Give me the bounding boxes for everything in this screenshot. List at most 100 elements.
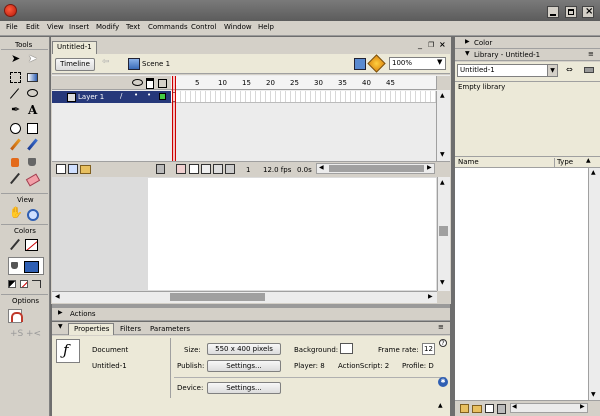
pen-tool[interactable]: ✒ bbox=[8, 104, 22, 118]
new-library-panel-icon[interactable]: ⇔ bbox=[566, 66, 573, 74]
timeline-scroll-up-icon[interactable]: ▲ bbox=[440, 93, 445, 99]
menu-commands[interactable]: Commands bbox=[148, 24, 188, 31]
stroke-color-swatch[interactable] bbox=[25, 239, 38, 251]
delete-item-icon[interactable] bbox=[497, 404, 506, 414]
tab-parameters[interactable]: Parameters bbox=[150, 326, 190, 333]
eye-icon[interactable] bbox=[132, 79, 143, 86]
stage-scroll-left-icon[interactable]: ◀ bbox=[55, 294, 60, 300]
stage-scroll-down-icon[interactable]: ▼ bbox=[440, 280, 445, 286]
doc-minimize-icon[interactable]: _ bbox=[418, 41, 422, 49]
onion-skin-icon[interactable] bbox=[189, 164, 199, 174]
visibility-dot[interactable]: • bbox=[134, 92, 138, 99]
insert-folder-icon[interactable] bbox=[80, 165, 91, 174]
doc-restore-icon[interactable]: ❐ bbox=[428, 42, 434, 49]
library-collapse-icon[interactable]: ▼ bbox=[465, 51, 470, 57]
subselection-tool[interactable]: ➤ bbox=[25, 53, 39, 67]
gradient-transform-tool[interactable] bbox=[25, 70, 39, 84]
text-tool[interactable]: A bbox=[25, 104, 39, 118]
lock-icon[interactable] bbox=[146, 78, 154, 89]
edit-scene-icon[interactable] bbox=[354, 58, 366, 70]
brush-tool[interactable] bbox=[25, 138, 39, 152]
selection-tool[interactable]: ➤ bbox=[8, 53, 22, 67]
modify-onion-markers-icon[interactable] bbox=[225, 164, 235, 174]
column-name-header[interactable]: Name bbox=[458, 159, 479, 166]
timeline-hscroll-thumb[interactable] bbox=[329, 165, 424, 172]
column-type-header[interactable]: Type bbox=[557, 159, 573, 166]
edit-multiple-frames-icon[interactable] bbox=[213, 164, 223, 174]
swap-colors-button[interactable] bbox=[32, 280, 41, 288]
library-select-arrow[interactable]: ▼ bbox=[547, 65, 557, 76]
tab-filters[interactable]: Filters bbox=[120, 326, 141, 333]
new-symbol-icon[interactable] bbox=[460, 404, 469, 413]
properties-expand-icon[interactable]: ▲ bbox=[438, 403, 443, 409]
timeline-scroll-down-icon[interactable]: ▼ bbox=[440, 152, 445, 158]
properties-menu-icon[interactable]: ≡ bbox=[438, 324, 444, 331]
new-folder-icon[interactable] bbox=[472, 405, 482, 413]
library-hscroll-left-icon[interactable]: ◀ bbox=[512, 404, 517, 410]
accessibility-icon[interactable]: ✱ bbox=[438, 377, 448, 387]
size-button[interactable]: 550 x 400 pixels bbox=[207, 343, 281, 355]
layer-name[interactable]: Layer 1 bbox=[78, 94, 104, 101]
insert-layer-icon[interactable] bbox=[56, 164, 66, 174]
menu-edit[interactable]: Edit bbox=[26, 24, 40, 31]
help-icon[interactable]: ? bbox=[439, 339, 447, 347]
device-settings-button[interactable]: Settings... bbox=[207, 382, 281, 394]
line-tool[interactable] bbox=[8, 87, 22, 101]
properties-icon[interactable] bbox=[485, 404, 494, 413]
doc-close-icon[interactable]: × bbox=[439, 41, 446, 49]
close-window-button[interactable]: × bbox=[582, 6, 594, 18]
flash-app-icon[interactable] bbox=[4, 4, 17, 17]
pencil-tool[interactable] bbox=[8, 138, 22, 152]
stage-canvas[interactable] bbox=[148, 178, 436, 290]
background-color-swatch[interactable] bbox=[340, 343, 353, 354]
eyedropper-tool[interactable] bbox=[8, 172, 22, 186]
timeline-hscroll-left-icon[interactable]: ◀ bbox=[319, 165, 324, 171]
stroke-color-tool[interactable] bbox=[8, 238, 22, 252]
pin-library-icon[interactable] bbox=[584, 67, 594, 73]
stage-vscroll-thumb[interactable] bbox=[439, 226, 448, 236]
fill-color-swatch[interactable] bbox=[24, 261, 39, 273]
snap-to-objects-button[interactable] bbox=[8, 309, 23, 323]
lock-dot[interactable]: • bbox=[147, 92, 151, 99]
zoom-tool[interactable] bbox=[25, 207, 39, 221]
maximize-button[interactable] bbox=[565, 6, 577, 18]
library-menu-icon[interactable]: ≡ bbox=[588, 51, 594, 58]
menu-file[interactable]: File bbox=[6, 24, 18, 31]
paint-bucket-tool[interactable] bbox=[25, 155, 39, 169]
timeline-menu-button[interactable] bbox=[436, 76, 450, 90]
smooth-icon[interactable]: +S bbox=[10, 330, 23, 339]
library-list[interactable] bbox=[455, 168, 588, 400]
center-frame-icon[interactable] bbox=[176, 164, 186, 174]
oval-tool[interactable] bbox=[8, 121, 22, 135]
menu-modify[interactable]: Modify bbox=[96, 24, 119, 31]
outline-color-square[interactable] bbox=[159, 93, 166, 100]
hand-tool[interactable]: ✋ bbox=[8, 207, 23, 221]
delete-layer-icon[interactable] bbox=[156, 164, 165, 174]
publish-settings-button[interactable]: Settings... bbox=[207, 360, 281, 372]
lasso-tool[interactable] bbox=[25, 87, 39, 101]
properties-collapse-icon[interactable]: ▼ bbox=[58, 324, 63, 330]
menu-window[interactable]: Window bbox=[224, 24, 252, 31]
stage-scroll-up-icon[interactable]: ▲ bbox=[440, 180, 445, 186]
straighten-icon[interactable]: +< bbox=[26, 330, 41, 339]
minimize-button[interactable] bbox=[547, 6, 559, 18]
library-scroll-up-icon[interactable]: ▲ bbox=[591, 170, 596, 176]
stage-hscroll-thumb[interactable] bbox=[170, 293, 265, 301]
library-scroll-down-icon[interactable]: ▼ bbox=[591, 392, 596, 398]
no-color-button[interactable] bbox=[20, 280, 28, 288]
back-arrow-icon[interactable]: ⇦ bbox=[102, 58, 110, 67]
free-transform-tool[interactable] bbox=[8, 70, 22, 84]
sort-direction-icon[interactable]: ▲ bbox=[586, 158, 591, 164]
color-collapse-icon[interactable]: ▶ bbox=[465, 39, 470, 45]
black-white-button[interactable] bbox=[8, 280, 16, 288]
menu-text[interactable]: Text bbox=[126, 24, 140, 31]
library-vscroll[interactable] bbox=[588, 168, 600, 400]
eraser-tool[interactable] bbox=[25, 172, 41, 187]
menu-insert[interactable]: Insert bbox=[69, 24, 89, 31]
rectangle-tool[interactable] bbox=[25, 121, 39, 135]
frame-cells[interactable] bbox=[171, 91, 436, 103]
menu-help[interactable]: Help bbox=[258, 24, 274, 31]
fill-color-well[interactable] bbox=[8, 257, 44, 275]
ink-bottle-tool[interactable] bbox=[8, 155, 22, 169]
menu-control[interactable]: Control bbox=[191, 24, 216, 31]
